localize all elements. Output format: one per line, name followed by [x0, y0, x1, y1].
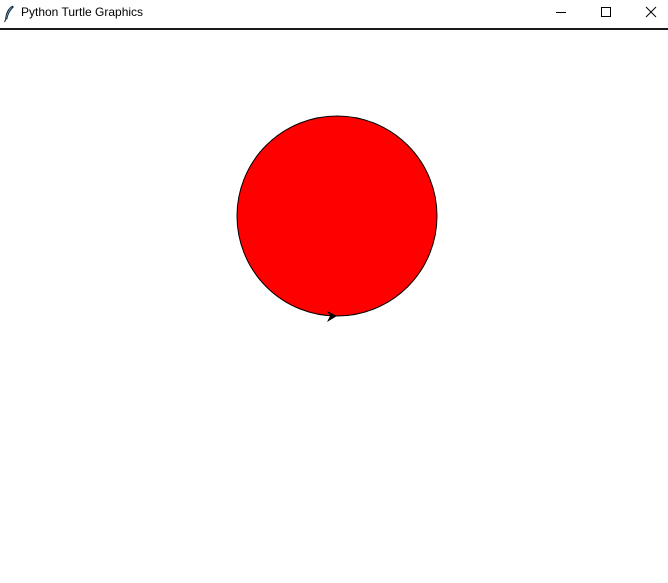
minimize-icon	[555, 5, 567, 23]
turtle-canvas[interactable]	[0, 30, 668, 583]
red-circle	[236, 115, 438, 317]
feather-icon	[3, 5, 15, 23]
close-icon	[645, 5, 657, 23]
drawing-surface	[236, 115, 438, 322]
maximize-icon	[600, 5, 612, 23]
close-button[interactable]	[628, 0, 668, 28]
title-bar[interactable]: Python Turtle Graphics	[0, 0, 668, 30]
minimize-button[interactable]	[538, 0, 584, 28]
maximize-button[interactable]	[583, 0, 629, 28]
turtle-window: Python Turtle Graphics	[0, 0, 668, 583]
window-title: Python Turtle Graphics	[21, 5, 144, 19]
